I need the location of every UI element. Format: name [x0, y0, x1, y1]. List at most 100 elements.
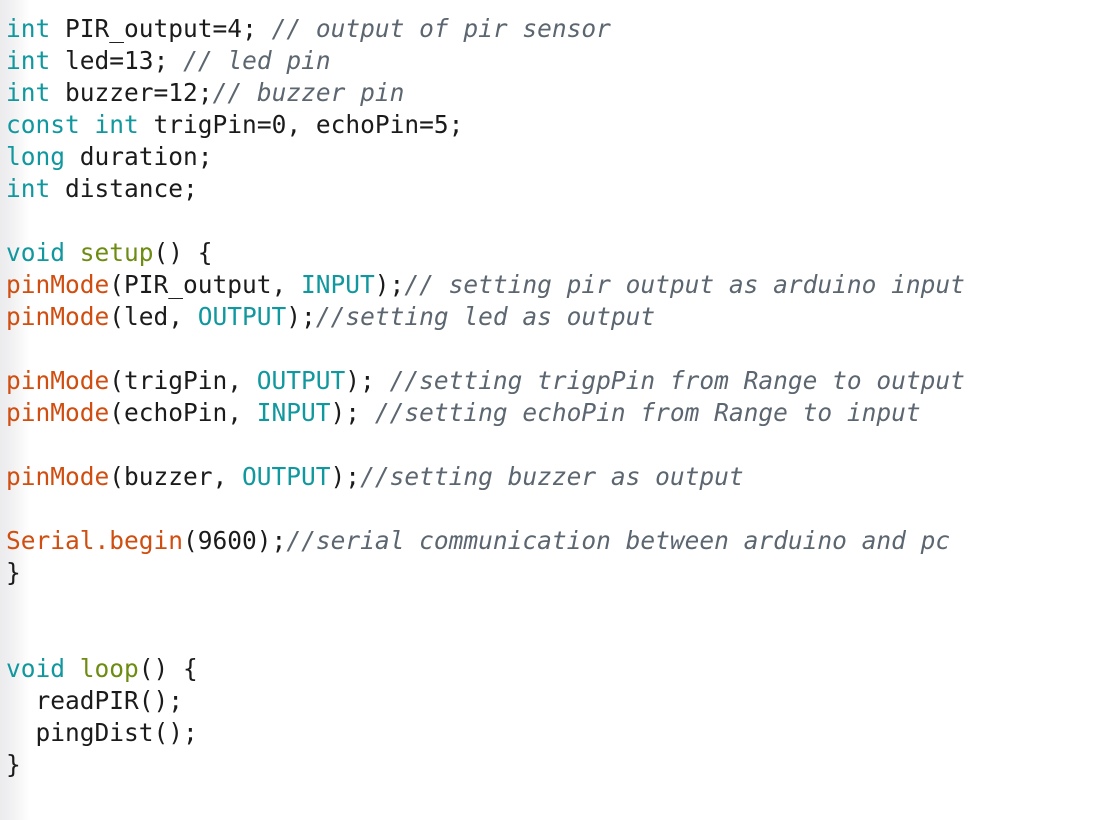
code-token-punct: = — [153, 78, 169, 107]
code-token-builtin: pinMode — [6, 366, 110, 395]
code-line: pinMode(led, OUTPUT);//setting led as ou… — [6, 301, 1120, 333]
code-token-number: 12 — [168, 78, 198, 107]
code-token-punct: ); — [374, 270, 405, 299]
code-token-keyword: long — [6, 142, 66, 171]
code-token-plain: (PIR_output, — [109, 270, 302, 299]
code-token-funcdef: setup — [79, 238, 154, 267]
code-line: readPIR(); — [6, 685, 1120, 717]
code-token-plain: pingDist(); — [6, 718, 198, 747]
code-token-keyword: int — [6, 46, 51, 75]
code-token-keyword: int — [94, 110, 139, 139]
code-token-punct: ; — [242, 14, 272, 43]
code-token-comment: //setting trigpPin from Range to output — [389, 366, 965, 395]
code-token-punct: ( — [183, 526, 198, 555]
code-token-punct: ); — [330, 462, 361, 491]
code-line: const int trigPin=0, echoPin=5; — [6, 109, 1120, 141]
code-token-plain: (trigPin, — [109, 366, 257, 395]
code-line: pinMode(echoPin, INPUT); //setting echoP… — [6, 397, 1120, 429]
code-token-punct: = — [212, 14, 228, 43]
code-token-comment: //setting led as output — [315, 302, 656, 331]
code-line: long duration; — [6, 141, 1120, 173]
code-token-constant: INPUT — [256, 398, 331, 427]
code-line: int led=13; // led pin — [6, 45, 1120, 77]
code-token-keyword: const — [6, 110, 80, 139]
code-token-keyword: void — [6, 654, 66, 683]
code-token-comment: // output of pir sensor — [271, 14, 611, 43]
code-line: Serial.begin(9600);//serial communicatio… — [6, 525, 1120, 557]
code-token-constant: OUTPUT — [256, 366, 346, 395]
code-token-plain: (echoPin, — [109, 398, 257, 427]
code-token-comment: //serial communication between arduino a… — [286, 526, 951, 555]
code-token-punct: () { — [138, 654, 198, 683]
code-token-comment: //setting echoPin from Range to input — [374, 398, 921, 427]
code-line: int buzzer=12;// buzzer pin — [6, 77, 1120, 109]
code-token-plain: readPIR(); — [6, 686, 184, 715]
code-token-number: 5 — [433, 110, 449, 139]
code-token-builtin: Serial.begin — [6, 526, 184, 555]
code-token-constant: OUTPUT — [242, 462, 331, 491]
code-token-plain: duration; — [65, 142, 213, 171]
code-line: pingDist(); — [6, 717, 1120, 749]
code-line: pinMode(buzzer, OUTPUT);//setting buzzer… — [6, 461, 1120, 493]
code-token-punct: ); — [330, 398, 375, 427]
code-token-constant: INPUT — [301, 270, 375, 299]
code-token-plain: buzzer — [50, 78, 154, 107]
code-token-punct: ); — [345, 366, 390, 395]
code-token-punct: () { — [153, 238, 213, 267]
code-token-number: 0 — [271, 110, 287, 139]
code-token-comment: // led pin — [183, 46, 331, 75]
code-line: int PIR_output=4; // output of pir senso… — [6, 13, 1120, 45]
code-token-plain: distance; — [50, 174, 198, 203]
code-token-keyword: int — [6, 14, 51, 43]
code-line: void setup() { — [6, 237, 1120, 269]
code-token-builtin: pinMode — [6, 398, 110, 427]
code-token-keyword: void — [6, 238, 66, 267]
code-token-punct: ; — [448, 110, 464, 139]
code-token-comment: // buzzer pin — [212, 78, 405, 107]
code-token-number: 4 — [227, 14, 243, 43]
code-token-keyword: int — [6, 78, 51, 107]
code-token-number: 9600 — [197, 526, 257, 555]
code-token-number: 13 — [124, 46, 154, 75]
code-line: pinMode(trigPin, OUTPUT); //setting trig… — [6, 365, 1120, 397]
code-token-plain: led — [50, 46, 110, 75]
code-token-punct: } — [6, 750, 21, 779]
code-line: } — [6, 749, 1120, 781]
code-token-builtin: pinMode — [6, 302, 110, 331]
code-line: void loop() { — [6, 653, 1120, 685]
code-token-punct: ); — [286, 302, 316, 331]
code-line: int distance; — [6, 173, 1120, 205]
code-token-plain: (led, — [109, 302, 198, 331]
code-token-plain: trigPin — [138, 110, 257, 139]
code-token-punct: } — [6, 558, 21, 587]
code-token-builtin: pinMode — [6, 462, 110, 491]
code-token-punct: = — [109, 46, 125, 75]
code-token-punct: ; — [153, 46, 184, 75]
code-token-punct: = — [419, 110, 434, 139]
code-token-punct: = — [256, 110, 272, 139]
code-token-plain: , echoPin — [286, 110, 420, 139]
code-token-punct: ; — [197, 78, 213, 107]
code-token-plain: PIR_output — [50, 14, 213, 43]
code-token-keyword: int — [6, 174, 51, 203]
code-token-punct: ); — [256, 526, 287, 555]
code-token-plain: (buzzer, — [109, 462, 243, 491]
code-token-funcdef: loop — [79, 654, 139, 683]
code-token-constant: OUTPUT — [197, 302, 287, 331]
code-token-comment: // setting pir output as arduino input — [404, 270, 965, 299]
code-token-builtin: pinMode — [6, 270, 110, 299]
code-line: pinMode(PIR_output, INPUT);// setting pi… — [6, 269, 1120, 301]
code-token-comment: //setting buzzer as output — [360, 462, 744, 491]
code-listing[interactable]: int PIR_output=4; // output of pir senso… — [0, 13, 1120, 781]
code-line: } — [6, 557, 1120, 589]
code-editor-surface: int PIR_output=4; // output of pir senso… — [0, 0, 1120, 820]
